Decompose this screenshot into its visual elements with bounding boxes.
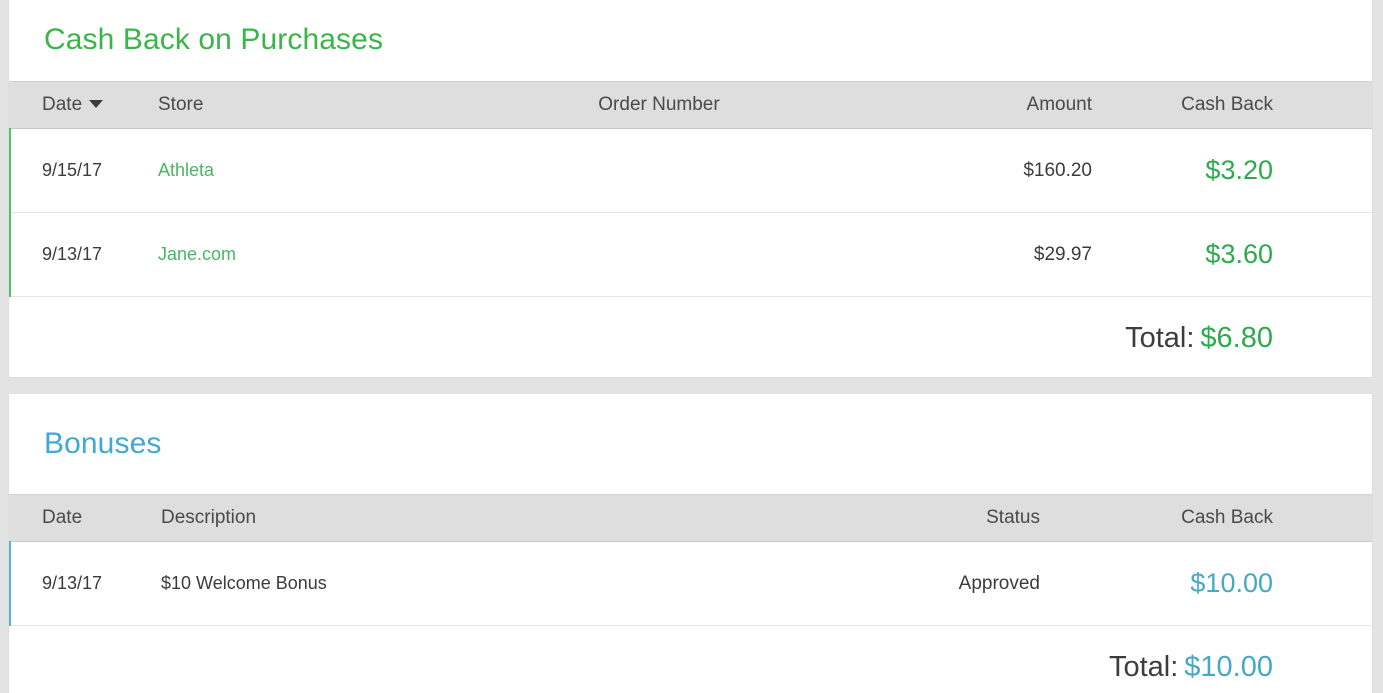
column-header-status[interactable]: Status [789,494,1079,542]
cell-date: 9/15/17 [9,127,144,213]
table-row[interactable]: 9/13/17 Jane.com $29.97 $3.60 [9,211,1372,297]
bonuses-table: Date Description Status Cash Back 9/13/1… [9,494,1372,693]
cell-store: Athleta [144,128,444,213]
cell-order-number [444,212,874,297]
amount-value: $160.20 [1023,159,1092,181]
total-label: Total: [1125,322,1195,355]
cash-back-on-purchases-card: Cash Back on Purchases Date Store Order … [8,0,1373,378]
total-value: $10.00 [1184,651,1273,684]
column-header-date[interactable]: Date [9,494,149,542]
table-row[interactable]: 9/15/17 Athleta $160.20 $3.20 [9,127,1372,213]
cash-back-value: $10.00 [1190,568,1273,598]
cell-description: $10 Welcome Bonus [149,541,789,626]
cell-date: 9/13/17 [9,211,144,297]
bonuses-total-row: Total: $10.00 [9,625,1372,693]
purchases-header-row: Date Store Order Number Amount Cash Back [9,81,1372,129]
purchases-total: Total: $6.80 [9,322,1372,355]
cell-store: Jane.com [144,212,444,297]
bonuses-card: Bonuses Date Description Status Cash Bac… [8,394,1373,693]
bonuses-table-foot: Total: $10.00 [9,625,1372,693]
bonuses-total-cell: Total: $10.00 [9,625,1372,693]
caret-down-icon[interactable] [89,99,104,108]
cell-amount: $29.97 [874,212,1104,297]
purchases-table-head: Date Store Order Number Amount Cash Back [9,81,1372,129]
cell-amount: $160.20 [874,128,1104,213]
cell-status: Approved [789,541,1079,626]
purchases-table-body: 9/15/17 Athleta $160.20 $3.20 9/13/17 Ja… [9,127,1372,297]
bonuses-card-header: Bonuses [9,394,1372,494]
purchases-total-cell: Total: $6.80 [9,296,1372,377]
purchases-total-row: Total: $6.80 [9,296,1372,377]
bonuses-table-body: 9/13/17 $10 Welcome Bonus Approved $10.0… [9,540,1372,626]
column-header-description[interactable]: Description [149,494,789,542]
store-link[interactable]: Jane.com [158,244,236,264]
purchases-card-header: Cash Back on Purchases [9,0,1372,81]
table-row[interactable]: 9/13/17 $10 Welcome Bonus Approved $10.0… [9,540,1372,626]
purchases-title: Cash Back on Purchases [44,23,384,56]
cell-date: 9/13/17 [9,540,149,626]
total-label: Total: [1108,651,1179,684]
cash-back-value: $3.60 [1205,239,1273,269]
column-header-date[interactable]: Date [9,81,144,129]
purchases-table: Date Store Order Number Amount Cash Back… [9,81,1372,377]
cell-order-number [444,128,874,213]
cell-cash-back: $3.20 [1104,128,1372,213]
cash-back-value: $3.20 [1205,155,1273,185]
bonuses-header-row: Date Description Status Cash Back [9,494,1372,542]
column-header-cash-back[interactable]: Cash Back [1104,81,1372,129]
cash-back-activity-page: Cash Back on Purchases Date Store Order … [0,0,1383,693]
bonuses-table-head: Date Description Status Cash Back [9,494,1372,542]
column-header-order-number[interactable]: Order Number [444,81,874,129]
cell-cash-back: $3.60 [1104,212,1372,297]
column-header-store[interactable]: Store [144,81,444,129]
store-link[interactable]: Athleta [158,160,214,180]
column-header-amount[interactable]: Amount [874,81,1104,129]
bonuses-total: Total: $10.00 [9,651,1372,684]
bonuses-title: Bonuses [44,427,162,460]
cell-cash-back: $10.00 [1079,541,1372,626]
total-value: $6.80 [1200,322,1273,355]
purchases-table-foot: Total: $6.80 [9,296,1372,377]
column-header-date-label: Date [42,94,83,115]
column-header-cash-back[interactable]: Cash Back [1079,494,1372,542]
amount-value: $29.97 [1033,243,1092,265]
status-badge: Approved [958,572,1040,594]
